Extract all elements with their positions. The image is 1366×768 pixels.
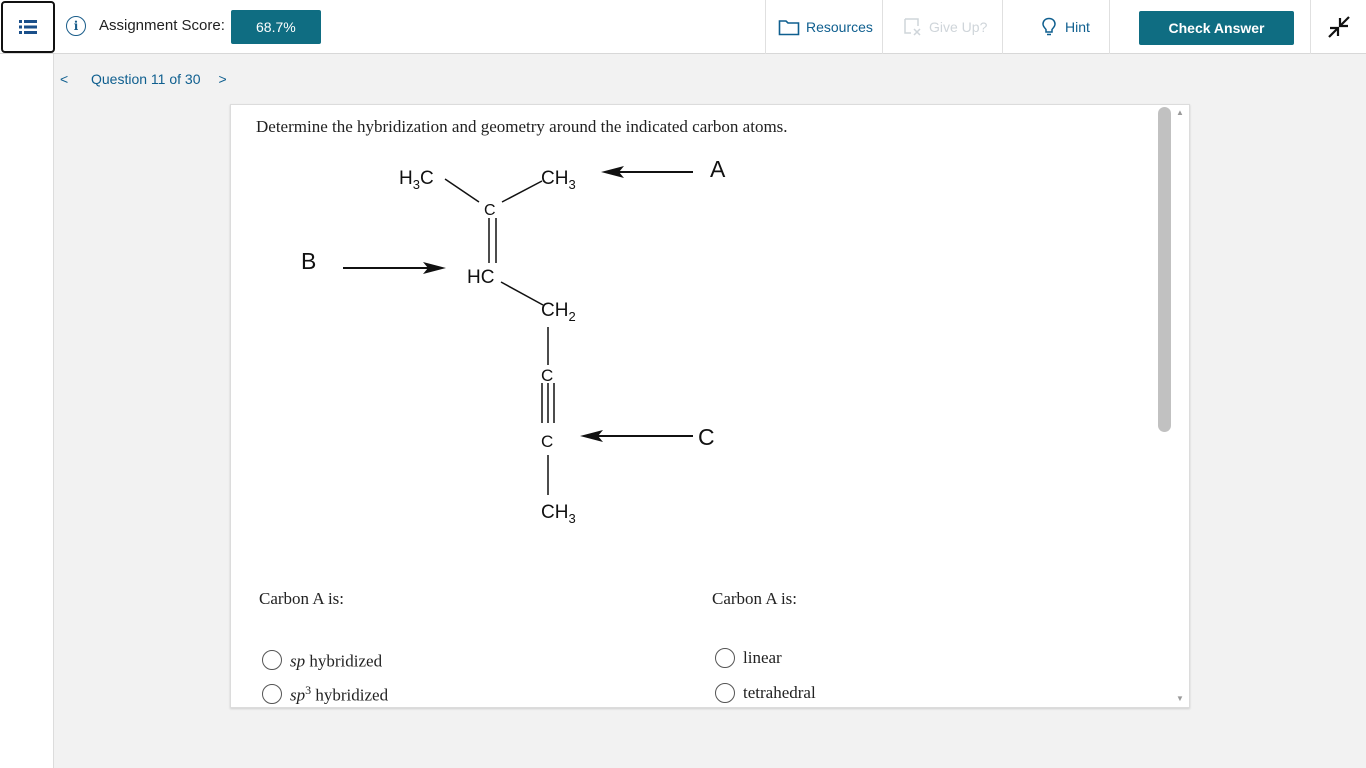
option-label: tetrahedral: [743, 683, 816, 702]
scroll-down-arrow-icon[interactable]: ▼: [1176, 694, 1184, 703]
label-a: A: [710, 156, 726, 182]
atom-c-triple-top: C: [541, 366, 553, 385]
atom-h3c-left: H3C: [399, 168, 434, 192]
atom-ch2: CH2: [541, 300, 576, 324]
scroll-up-arrow-icon[interactable]: ▲: [1176, 108, 1184, 117]
panel-scrollbar[interactable]: ▲ ▼: [1156, 104, 1190, 708]
folder-icon: [778, 20, 800, 36]
scrollbar-thumb[interactable]: [1158, 107, 1171, 432]
option-label: sp hybridized: [290, 651, 383, 671]
radio-button[interactable]: [262, 649, 282, 670]
atom-c-triple-bottom: C: [541, 432, 553, 451]
give-up-button[interactable]: Give Up?: [892, 0, 1002, 54]
bond-hc-ch2: [500, 281, 544, 306]
give-up-icon: [904, 18, 921, 36]
previous-question-button[interactable]: <: [60, 71, 74, 87]
hint-button[interactable]: Hint: [1002, 0, 1110, 54]
hint-label: Hint: [1065, 19, 1090, 35]
resources-label: Resources: [806, 19, 873, 35]
option-label: sp3 hybridized: [290, 683, 389, 705]
option-tetrahedral[interactable]: tetrahedral: [715, 683, 816, 703]
info-icon[interactable]: i: [66, 16, 86, 36]
assignment-score-label: Assignment Score:: [99, 17, 225, 34]
label-c: C: [698, 424, 715, 450]
resources-button[interactable]: Resources: [765, 0, 883, 54]
lightbulb-icon: [1042, 17, 1056, 36]
option-linear[interactable]: linear: [715, 648, 782, 668]
left-sidebar: [0, 54, 54, 768]
check-answer-button[interactable]: Check Answer: [1139, 11, 1294, 45]
radio-button[interactable]: [715, 683, 735, 703]
top-toolbar: i Assignment Score: 68.7% Resources Give…: [0, 0, 1366, 54]
molecule-diagram: H3C CH3 C HC CH2 C C CH3 A B C: [301, 156, 726, 526]
assignment-score-value: 68.7%: [231, 10, 321, 44]
left-column-label: Carbon A is:: [259, 589, 345, 608]
collapse-arrows-icon: [1327, 16, 1350, 38]
option-sp3-hybridized[interactable]: sp3 hybridized: [262, 683, 388, 706]
question-navigation: < Question 11 of 30 >: [60, 68, 227, 90]
atom-ch3-bottom: CH3: [541, 502, 576, 526]
question-panel: Determine the hybridization and geometry…: [230, 104, 1190, 708]
next-question-button[interactable]: >: [218, 71, 226, 87]
give-up-label: Give Up?: [929, 19, 988, 35]
option-label: linear: [743, 648, 782, 667]
atom-ch3-top: CH3: [541, 168, 576, 192]
radio-button[interactable]: [262, 684, 282, 705]
list-icon: [19, 20, 37, 34]
atom-hc: HC: [467, 267, 494, 288]
bond-right-methyl: [501, 180, 543, 203]
collapse-button[interactable]: [1310, 0, 1366, 54]
atom-c-center: C: [484, 202, 496, 219]
menu-button[interactable]: [1, 1, 55, 53]
option-sp-hybridized[interactable]: sp hybridized: [262, 648, 382, 672]
radio-button[interactable]: [715, 648, 735, 668]
bond-left-methyl: [444, 178, 480, 203]
right-column-label: Carbon A is:: [712, 589, 798, 608]
question-counter[interactable]: Question 11 of 30: [91, 71, 200, 87]
label-b: B: [301, 248, 316, 274]
